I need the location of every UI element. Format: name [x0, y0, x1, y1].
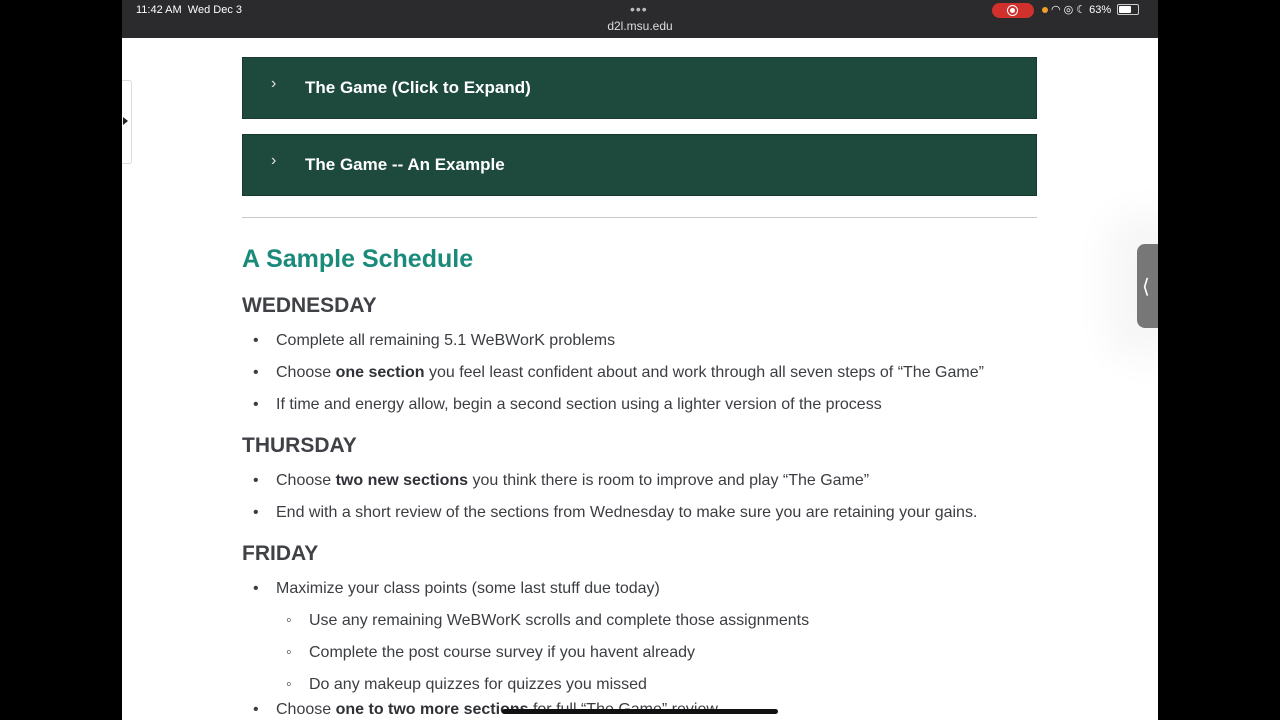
status-bar: 11:42 AM Wed Dec 3 ••• d2l.msu.edu ◠ ◎ ☾… — [122, 0, 1158, 38]
status-date: Wed Dec 3 — [187, 4, 243, 16]
accordion-the-game-example[interactable]: › The Game -- An Example — [242, 134, 1037, 196]
sub-list-item: Use any remaining WeBWorK scrolls and co… — [286, 612, 809, 630]
accordion-label: The Game (Click to Expand) — [305, 78, 531, 97]
list-item-emphasis: two new sections — [335, 472, 469, 489]
list-item-text: Choose — [276, 472, 336, 489]
status-time-value: 11:42 AM — [136, 4, 182, 16]
list-item-text: Choose — [276, 701, 336, 718]
wifi-icon: ◠ — [1051, 4, 1061, 16]
day-heading-friday: FRIDAY — [242, 542, 319, 565]
list-item: Choose two new sections you think there … — [253, 472, 870, 490]
accordion-label: The Game -- An Example — [305, 155, 505, 174]
list-item-text: you think there is room to improve and p… — [468, 472, 870, 489]
address-url[interactable]: d2l.msu.edu — [122, 19, 1158, 33]
section-title: A Sample Schedule — [242, 245, 474, 273]
home-indicator[interactable] — [502, 709, 778, 714]
status-time: 11:42 AM Wed Dec 3 — [136, 4, 242, 16]
battery-percent: 63% — [1089, 3, 1112, 16]
divider — [242, 217, 1037, 218]
chevron-right-icon: › — [271, 152, 277, 169]
navigation-handle[interactable]: ⟨ — [1137, 244, 1158, 328]
day-heading-wednesday: WEDNESDAY — [242, 294, 377, 317]
list-item-text: Choose — [276, 364, 336, 381]
list-item-text: you feel least confident about and work … — [424, 364, 984, 381]
screen-recording-icon[interactable] — [992, 3, 1034, 18]
battery-icon — [1117, 4, 1140, 15]
list-item: Complete all remaining 5.1 WeBWorK probl… — [253, 332, 615, 350]
sub-list-item: Complete the post course survey if you h… — [286, 644, 695, 662]
screen-lock-icon: ◎ — [1063, 4, 1074, 16]
list-item: Choose one section you feel least confid… — [253, 364, 984, 382]
web-page: ⟨ › The Game (Click to Expand) › The Gam… — [122, 38, 1158, 720]
list-item-emphasis: one to two more sections — [335, 701, 529, 718]
chevron-left-icon: ⟨ — [1142, 276, 1150, 298]
list-item: If time and energy allow, begin a second… — [253, 396, 882, 414]
list-item-emphasis: one section — [335, 364, 425, 381]
mic-indicator-icon — [1042, 6, 1048, 13]
status-indicators: ◠ ◎ ☾ 63% — [1042, 3, 1140, 16]
side-panel-toggle[interactable] — [122, 80, 132, 164]
list-item: End with a short review of the sections … — [253, 504, 977, 522]
multitasking-dots-icon[interactable]: ••• — [630, 1, 648, 17]
do-not-disturb-icon: ☾ — [1076, 4, 1087, 16]
day-heading-thursday: THURSDAY — [242, 434, 357, 457]
list-item: Maximize your class points (some last st… — [253, 580, 660, 598]
sub-list-item: Do any makeup quizzes for quizzes you mi… — [286, 676, 647, 694]
expand-arrow-icon — [123, 117, 128, 125]
accordion-the-game[interactable]: › The Game (Click to Expand) — [242, 57, 1037, 119]
chevron-right-icon: › — [271, 75, 277, 92]
